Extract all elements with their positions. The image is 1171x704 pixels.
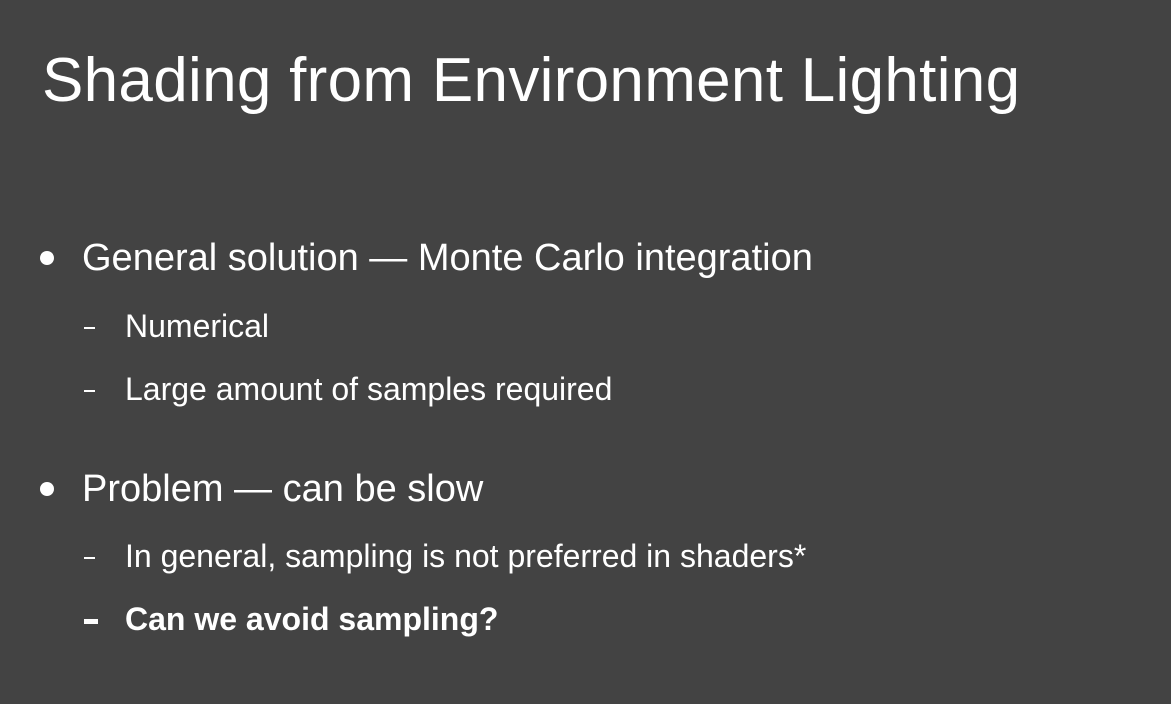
sub-item-text: Numerical	[125, 308, 270, 344]
sub-item-text: Large amount of samples required	[125, 371, 613, 407]
slide: Shading from Environment Lighting Genera…	[0, 0, 1171, 704]
slide-title: Shading from Environment Lighting	[42, 46, 1021, 115]
dash-icon	[84, 619, 98, 624]
sub-item-text: Can we avoid sampling?	[125, 601, 499, 637]
bullet-text: General solution — Monte Carlo integrati…	[82, 237, 813, 279]
sub-item-text: In general, sampling is not preferred in…	[125, 538, 807, 574]
bullet-text: Problem — can be slow	[82, 468, 484, 510]
dash-icon	[84, 557, 95, 559]
dash-icon	[84, 390, 95, 392]
bullet-dot-icon	[40, 482, 54, 496]
bullet-dot-icon	[40, 251, 54, 265]
dash-icon	[84, 327, 95, 329]
